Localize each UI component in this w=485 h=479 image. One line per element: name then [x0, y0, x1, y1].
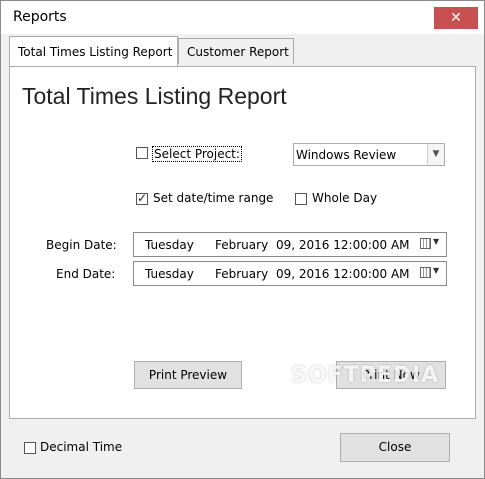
window-title: Reports: [13, 9, 67, 25]
chevron-down-icon[interactable]: ▼: [427, 144, 444, 165]
whole-day-label[interactable]: Whole Day: [312, 191, 377, 205]
begin-date-month[interactable]: February: [215, 238, 268, 252]
select-project-label[interactable]: Select Project:: [152, 146, 242, 162]
title-bar[interactable]: Reports ✕: [1, 1, 484, 34]
end-date-datetime[interactable]: 09, 2016 12:00:00 AM: [276, 267, 410, 281]
close-icon: ✕: [450, 10, 462, 26]
reports-window: Reports ✕ Total Times Listing Report Cus…: [0, 0, 485, 479]
set-date-range-label[interactable]: Set date/time range: [153, 191, 273, 205]
softpedia-watermark: SOFTPEDIA: [291, 363, 440, 388]
end-date-calendar-button[interactable]: ▼: [418, 266, 444, 280]
report-heading: Total Times Listing Report: [22, 83, 287, 109]
calendar-icon: [420, 238, 431, 249]
chevron-down-icon: ▼: [433, 266, 440, 275]
end-date-month[interactable]: February: [215, 267, 268, 281]
end-date-label: End Date:: [56, 267, 116, 281]
tab-total-times-listing-report[interactable]: Total Times Listing Report: [9, 36, 178, 66]
begin-date-weekday[interactable]: Tuesday: [145, 238, 194, 252]
project-combo[interactable]: Windows Review ▼: [293, 143, 445, 166]
tab-label: Total Times Listing Report: [18, 45, 173, 59]
tab-label: Customer Report: [187, 45, 289, 59]
whole-day-checkbox[interactable]: [295, 193, 307, 205]
end-date-picker[interactable]: Tuesday February 09, 2016 12:00:00 AM ▼: [133, 261, 447, 286]
tab-customer-report[interactable]: Customer Report: [178, 38, 294, 64]
begin-date-calendar-button[interactable]: ▼: [418, 237, 444, 251]
set-date-range-checkbox[interactable]: [136, 191, 148, 205]
select-project-checkbox[interactable]: [136, 147, 148, 159]
begin-date-label: Begin Date:: [46, 238, 117, 252]
end-date-weekday[interactable]: Tuesday: [145, 267, 194, 281]
decimal-time-label[interactable]: Decimal Time: [40, 440, 122, 454]
close-button[interactable]: Close: [340, 433, 450, 462]
print-preview-button[interactable]: Print Preview: [134, 361, 242, 389]
window-close-button[interactable]: ✕: [434, 7, 478, 29]
calendar-icon: [420, 267, 431, 278]
begin-date-picker[interactable]: Tuesday February 09, 2016 12:00:00 AM ▼: [133, 232, 447, 257]
chevron-down-icon: ▼: [433, 237, 440, 246]
begin-date-datetime[interactable]: 09, 2016 12:00:00 AM: [276, 238, 410, 252]
decimal-time-checkbox[interactable]: [24, 442, 36, 454]
project-combo-value: Windows Review: [296, 148, 397, 162]
